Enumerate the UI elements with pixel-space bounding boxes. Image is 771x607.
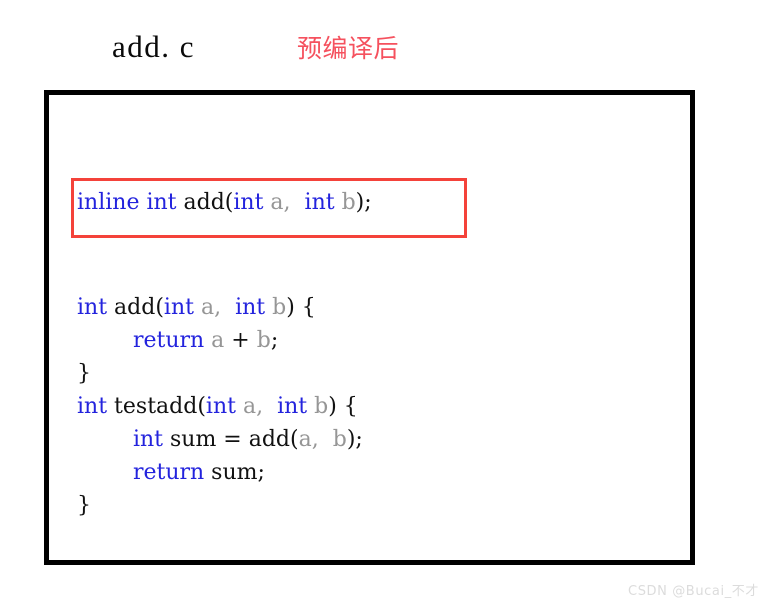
code-token: a, <box>263 190 291 215</box>
code-line-6: } <box>77 493 91 519</box>
code-token: b <box>307 394 329 419</box>
code-token: ); <box>355 190 372 215</box>
code-token: int <box>163 295 194 320</box>
code-token: a, <box>193 295 222 320</box>
code-token: ) { <box>328 394 358 419</box>
code-line-5: return sum; <box>77 460 265 486</box>
code-token: int <box>304 190 335 215</box>
code-token: b <box>334 190 356 215</box>
code-line-declaration: inline int add(int a, int b); <box>77 190 372 216</box>
code-token: testadd( <box>107 394 206 419</box>
code-token: int <box>205 394 236 419</box>
code-token: ) { <box>286 295 316 320</box>
code-token: sum; <box>204 460 265 485</box>
code-token: sum = add( <box>163 427 299 452</box>
code-token: b <box>249 328 271 353</box>
code-token: a, <box>298 427 319 452</box>
code-token: ); <box>346 427 363 452</box>
code-line-1: return a + b; <box>77 328 278 354</box>
code-line-0: int add(int a, int b) { <box>77 295 316 321</box>
code-line-3: int testadd(int a, int b) { <box>77 394 358 420</box>
code-token: ; <box>270 328 279 353</box>
header: add. c 预编译后 <box>0 25 771 75</box>
code-token: } <box>77 493 91 518</box>
watermark: CSDN @Bucai_不才 <box>628 584 759 599</box>
code-token: int <box>277 394 308 419</box>
code-body: inline int add(int a, int b); int add(in… <box>49 95 690 560</box>
code-token: add( <box>107 295 164 320</box>
code-token: int <box>77 295 108 320</box>
code-token: add( <box>176 190 234 215</box>
code-token: a, <box>235 394 264 419</box>
code-token: int <box>233 190 264 215</box>
code-token: int <box>77 394 108 419</box>
code-token: return <box>132 460 205 485</box>
code-token: b <box>265 295 287 320</box>
code-token: + <box>231 328 250 353</box>
code-token: a <box>204 328 232 353</box>
stage-label: 预编译后 <box>297 34 400 63</box>
code-token: int <box>132 427 163 452</box>
code-line-4: int sum = add(a, b); <box>77 427 363 453</box>
page-title: add. c <box>112 29 196 64</box>
code-token: int <box>235 295 266 320</box>
code-token: return <box>132 328 205 353</box>
code-token: } <box>77 361 91 386</box>
code-token: inline int <box>77 190 177 215</box>
code-token: b <box>332 427 347 452</box>
code-panel: inline int add(int a, int b); int add(in… <box>44 90 695 565</box>
code-line-2: } <box>77 361 91 387</box>
